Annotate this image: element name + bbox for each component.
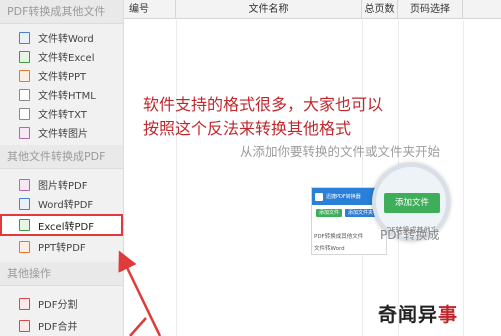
txt-file-icon	[19, 107, 30, 120]
sidebar-item-label: 图片转PDF	[38, 181, 88, 192]
magnifier-trailing-text: PDF转换成	[380, 228, 440, 242]
file-table-body[interactable]	[124, 20, 501, 336]
column-header-page-select[interactable]: 页码选择	[398, 0, 463, 19]
sidebar-item-label: PDF分割	[38, 300, 78, 311]
pdf-file-icon	[19, 319, 30, 332]
preview-caption: PDF转换成其他文件	[314, 234, 364, 240]
column-header-file-name[interactable]: 文件名称	[176, 0, 362, 19]
add-file-button[interactable]: 添加文件	[384, 193, 440, 213]
sidebar-item-label: 文件转TXT	[38, 110, 87, 121]
sidebar-item-image-to-pdf[interactable]: 图片转PDF	[0, 175, 123, 194]
sidebar-item-label: 文件转Word	[38, 34, 94, 45]
column-header-extra	[463, 0, 501, 19]
sidebar-item-label: 文件转PPT	[38, 72, 87, 83]
sidebar-item-label: 文件转HTML	[38, 91, 96, 102]
watermark-logo: 奇闻异事	[378, 300, 458, 327]
sidebar-item-word-to-pdf[interactable]: Word转PDF	[0, 194, 123, 213]
sidebar-item-file-to-html[interactable]: 文件转HTML	[0, 85, 123, 104]
column-divider	[176, 20, 177, 336]
sidebar-item-file-to-image[interactable]: 文件转图片	[0, 123, 123, 142]
sidebar-item-file-to-ppt[interactable]: 文件转PPT	[0, 66, 123, 85]
sidebar-item-label: PPT转PDF	[38, 243, 86, 254]
watermark-last-char: 事	[438, 304, 459, 326]
word-file-icon	[19, 197, 30, 210]
image-file-icon	[19, 178, 30, 191]
sidebar-item-label: Word转PDF	[38, 200, 94, 211]
sidebar-item-file-to-txt[interactable]: 文件转TXT	[0, 104, 123, 123]
file-table-header: 编号 文件名称 总页数 页码选择	[124, 0, 501, 19]
sidebar: PDF转换成其他文件 文件转Word 文件转Excel 文件转PPT 文件转HT…	[0, 0, 124, 336]
column-header-total-pages[interactable]: 总页数	[362, 0, 398, 19]
tutorial-annotation: 软件支持的格式很多，大家也可以 按照这个反法来转换其他格式	[143, 93, 383, 141]
add-file-button-label: 添加文件	[394, 198, 429, 208]
section-title-pdf-to-other: PDF转换成其他文件	[0, 0, 123, 24]
sidebar-item-file-to-word[interactable]: 文件转Word	[0, 28, 123, 47]
annotation-line-2: 按照这个反法来转换其他格式	[143, 119, 352, 138]
preview-add-folder-button: 添加文件夹	[345, 209, 377, 217]
excel-file-icon	[19, 219, 30, 231]
sidebar-item-label: Excel转PDF	[38, 221, 94, 233]
watermark-text: 奇闻异	[378, 304, 439, 326]
sidebar-item-label: 文件转Excel	[38, 53, 95, 64]
preview-row: 文件转Word	[314, 246, 345, 252]
preview-title: 迅捷PDF转换器	[326, 194, 361, 200]
column-divider	[362, 20, 363, 336]
sidebar-item-excel-to-pdf[interactable]: Excel转PDF	[0, 214, 123, 236]
word-file-icon	[19, 31, 30, 44]
excel-file-icon	[19, 50, 30, 63]
section-title-other-operations: 其他操作	[0, 262, 123, 286]
column-divider	[463, 20, 464, 336]
sidebar-item-file-to-excel[interactable]: 文件转Excel	[0, 47, 123, 66]
empty-state-hint: 从添加你要转换的文件或文件夹开始	[240, 144, 441, 159]
image-file-icon	[19, 126, 30, 139]
preview-add-file-button: 添加文件	[316, 209, 343, 217]
sidebar-item-pdf-merge[interactable]: PDF合并	[0, 316, 123, 335]
section-title-other-to-pdf: 其他文件转换成PDF	[0, 145, 123, 169]
annotation-line-1: 软件支持的格式很多，大家也可以	[143, 95, 384, 114]
app-logo-icon	[315, 192, 323, 201]
ppt-file-icon	[19, 240, 30, 253]
sidebar-item-ppt-to-pdf[interactable]: PPT转PDF	[0, 237, 123, 256]
sidebar-item-label: 文件转图片	[38, 129, 88, 140]
sidebar-item-label: PDF合并	[38, 322, 78, 333]
pdf-file-icon	[19, 297, 30, 310]
html-file-icon	[19, 88, 30, 101]
sidebar-item-pdf-split[interactable]: PDF分割	[0, 294, 123, 313]
ppt-file-icon	[19, 69, 30, 82]
column-header-number[interactable]: 编号	[124, 0, 176, 19]
